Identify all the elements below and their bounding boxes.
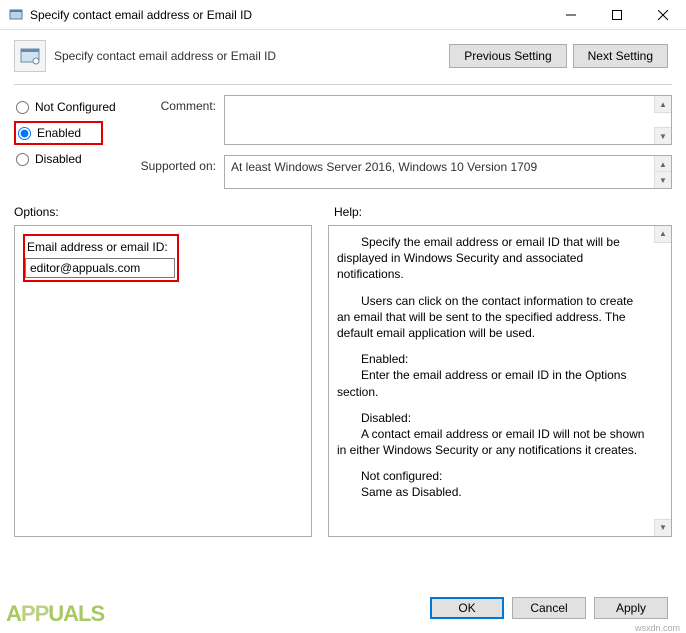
watermark-logo: APPUALS	[6, 601, 104, 627]
panes: Email address or email ID: ▲ ▼ Specify t…	[0, 225, 686, 537]
help-enabled-t: Enter the email address or email ID in t…	[337, 367, 645, 399]
help-label: Help:	[334, 205, 362, 219]
radio-not-configured-input[interactable]	[16, 101, 29, 114]
radio-disabled[interactable]: Disabled	[14, 147, 134, 171]
minimize-button[interactable]	[548, 0, 594, 30]
radio-label: Disabled	[35, 152, 82, 166]
help-nc-h: Not configured:	[337, 468, 645, 484]
window-controls	[548, 0, 686, 30]
window-title: Specify contact email address or Email I…	[30, 8, 548, 22]
options-pane: Email address or email ID:	[14, 225, 312, 537]
scroll-down-icon[interactable]: ▼	[654, 127, 671, 144]
apply-button[interactable]: Apply	[594, 597, 668, 619]
header: Specify contact email address or Email I…	[0, 30, 686, 80]
help-p1: Specify the email address or email ID th…	[337, 234, 645, 283]
highlight-enabled: Enabled	[14, 121, 103, 145]
config-area: Not Configured Enabled Disabled Comment:…	[0, 95, 686, 199]
previous-setting-button[interactable]: Previous Setting	[449, 44, 566, 68]
help-nc-t: Same as Disabled.	[337, 484, 645, 500]
scroll-down-icon[interactable]: ▼	[654, 519, 671, 536]
state-radios: Not Configured Enabled Disabled	[14, 95, 134, 199]
email-option-label: Email address or email ID:	[25, 236, 177, 258]
options-label: Options:	[14, 205, 334, 219]
highlight-email-option: Email address or email ID:	[23, 234, 179, 282]
email-input[interactable]	[25, 258, 175, 278]
fields: Comment: ▲ ▼ Supported on: At least Wind…	[134, 95, 672, 199]
titlebar: Specify contact email address or Email I…	[0, 0, 686, 30]
app-icon	[8, 7, 24, 23]
scroll-up-icon[interactable]: ▲	[654, 96, 671, 113]
help-pane: ▲ ▼ Specify the email address or email I…	[328, 225, 672, 537]
radio-enabled-input[interactable]	[18, 127, 31, 140]
section-labels: Options: Help:	[0, 199, 686, 225]
maximize-button[interactable]	[594, 0, 640, 30]
supported-label: Supported on:	[134, 155, 224, 189]
scroll-up-icon[interactable]: ▲	[654, 226, 671, 243]
help-enabled-h: Enabled:	[337, 351, 645, 367]
next-setting-button[interactable]: Next Setting	[573, 44, 668, 68]
supported-text: At least Windows Server 2016, Windows 10…	[225, 156, 671, 178]
scroll-down-icon[interactable]: ▼	[654, 171, 671, 188]
radio-disabled-input[interactable]	[16, 153, 29, 166]
ok-button[interactable]: OK	[430, 597, 504, 619]
comment-textarea[interactable]: ▲ ▼	[224, 95, 672, 145]
source-text: wsxdn.com	[635, 623, 680, 633]
divider	[14, 84, 672, 85]
radio-enabled[interactable]: Enabled	[18, 126, 81, 140]
close-button[interactable]	[640, 0, 686, 30]
help-disabled-t: A contact email address or email ID will…	[337, 426, 645, 458]
radio-not-configured[interactable]: Not Configured	[14, 95, 134, 119]
radio-label: Not Configured	[35, 100, 116, 114]
policy-title: Specify contact email address or Email I…	[54, 49, 449, 63]
help-p2: Users can click on the contact informati…	[337, 293, 645, 342]
policy-icon	[14, 40, 46, 72]
cancel-button[interactable]: Cancel	[512, 597, 586, 619]
comment-label: Comment:	[134, 95, 224, 145]
supported-box: At least Windows Server 2016, Windows 10…	[224, 155, 672, 189]
radio-label: Enabled	[37, 126, 81, 140]
help-disabled-h: Disabled:	[337, 410, 645, 426]
